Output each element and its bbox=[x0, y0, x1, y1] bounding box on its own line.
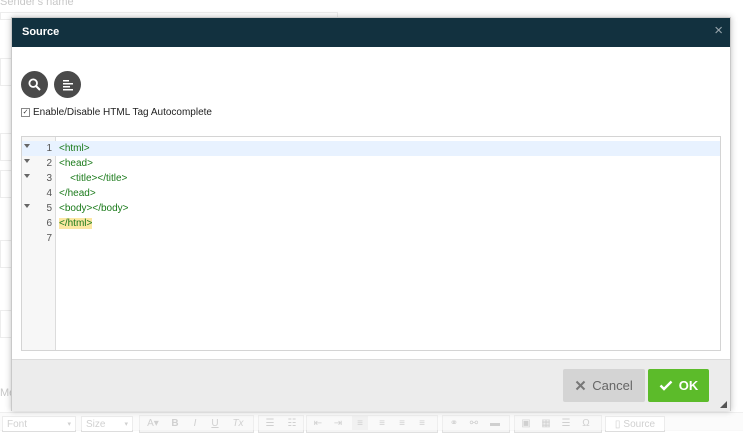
search-icon bbox=[28, 78, 41, 91]
line-number: 2 bbox=[46, 158, 52, 169]
line-number: 1 bbox=[46, 143, 52, 154]
code-line[interactable]: 7 bbox=[22, 231, 720, 246]
line-number: 5 bbox=[46, 203, 52, 214]
code-line[interactable]: 5 <body></body> bbox=[22, 201, 720, 216]
code-text: </head> bbox=[59, 188, 96, 199]
code-text-matched: </html> bbox=[59, 218, 93, 229]
align-left-icon bbox=[62, 79, 73, 90]
ok-label: OK bbox=[678, 378, 699, 393]
autocomplete-label: Enable/Disable HTML Tag Autocomplete bbox=[33, 107, 212, 118]
code-line[interactable]: 3 <title></title> bbox=[22, 171, 720, 186]
cancel-label: Cancel bbox=[592, 378, 633, 393]
dialog-footer: Cancel OK bbox=[12, 359, 730, 411]
dialog-header: Source × bbox=[12, 18, 730, 47]
code-text: <head> bbox=[59, 158, 93, 169]
code-text: <body></body> bbox=[59, 203, 129, 214]
close-icon[interactable]: × bbox=[714, 23, 723, 39]
ok-button[interactable]: OK bbox=[648, 369, 709, 402]
code-text: <title></title> bbox=[59, 173, 128, 184]
code-editor[interactable]: 1 <html> 2 <head> 3 <title></title> 4 </… bbox=[21, 136, 721, 351]
fold-arrow-icon[interactable] bbox=[24, 144, 30, 148]
dialog-title: Source bbox=[22, 26, 60, 38]
autocomplete-toggle[interactable]: ✓ Enable/Disable HTML Tag Autocomplete bbox=[21, 107, 212, 118]
line-number: 6 bbox=[46, 218, 52, 229]
fold-arrow-icon[interactable] bbox=[24, 204, 30, 208]
search-button[interactable] bbox=[21, 71, 48, 98]
fold-arrow-icon[interactable] bbox=[24, 159, 30, 163]
code-text: <html> bbox=[59, 143, 90, 154]
line-number: 7 bbox=[46, 233, 52, 244]
autocomplete-checkbox[interactable]: ✓ bbox=[21, 108, 30, 117]
fold-arrow-icon[interactable] bbox=[24, 174, 30, 178]
source-dialog: Source × ✓ Enable/Disable HTML Tag Autoc… bbox=[11, 17, 731, 411]
resize-handle-icon[interactable] bbox=[720, 401, 727, 408]
checkmark-icon bbox=[659, 380, 673, 391]
line-number: 4 bbox=[46, 188, 52, 199]
code-line[interactable]: 4 </head> bbox=[22, 186, 720, 201]
code-line[interactable]: 1 <html> bbox=[22, 141, 720, 156]
cancel-button[interactable]: Cancel bbox=[563, 369, 645, 402]
line-number: 3 bbox=[46, 173, 52, 184]
format-code-button[interactable] bbox=[54, 71, 81, 98]
code-line[interactable]: 6 </html> bbox=[22, 216, 720, 231]
close-icon bbox=[576, 380, 586, 391]
code-line[interactable]: 2 <head> bbox=[22, 156, 720, 171]
